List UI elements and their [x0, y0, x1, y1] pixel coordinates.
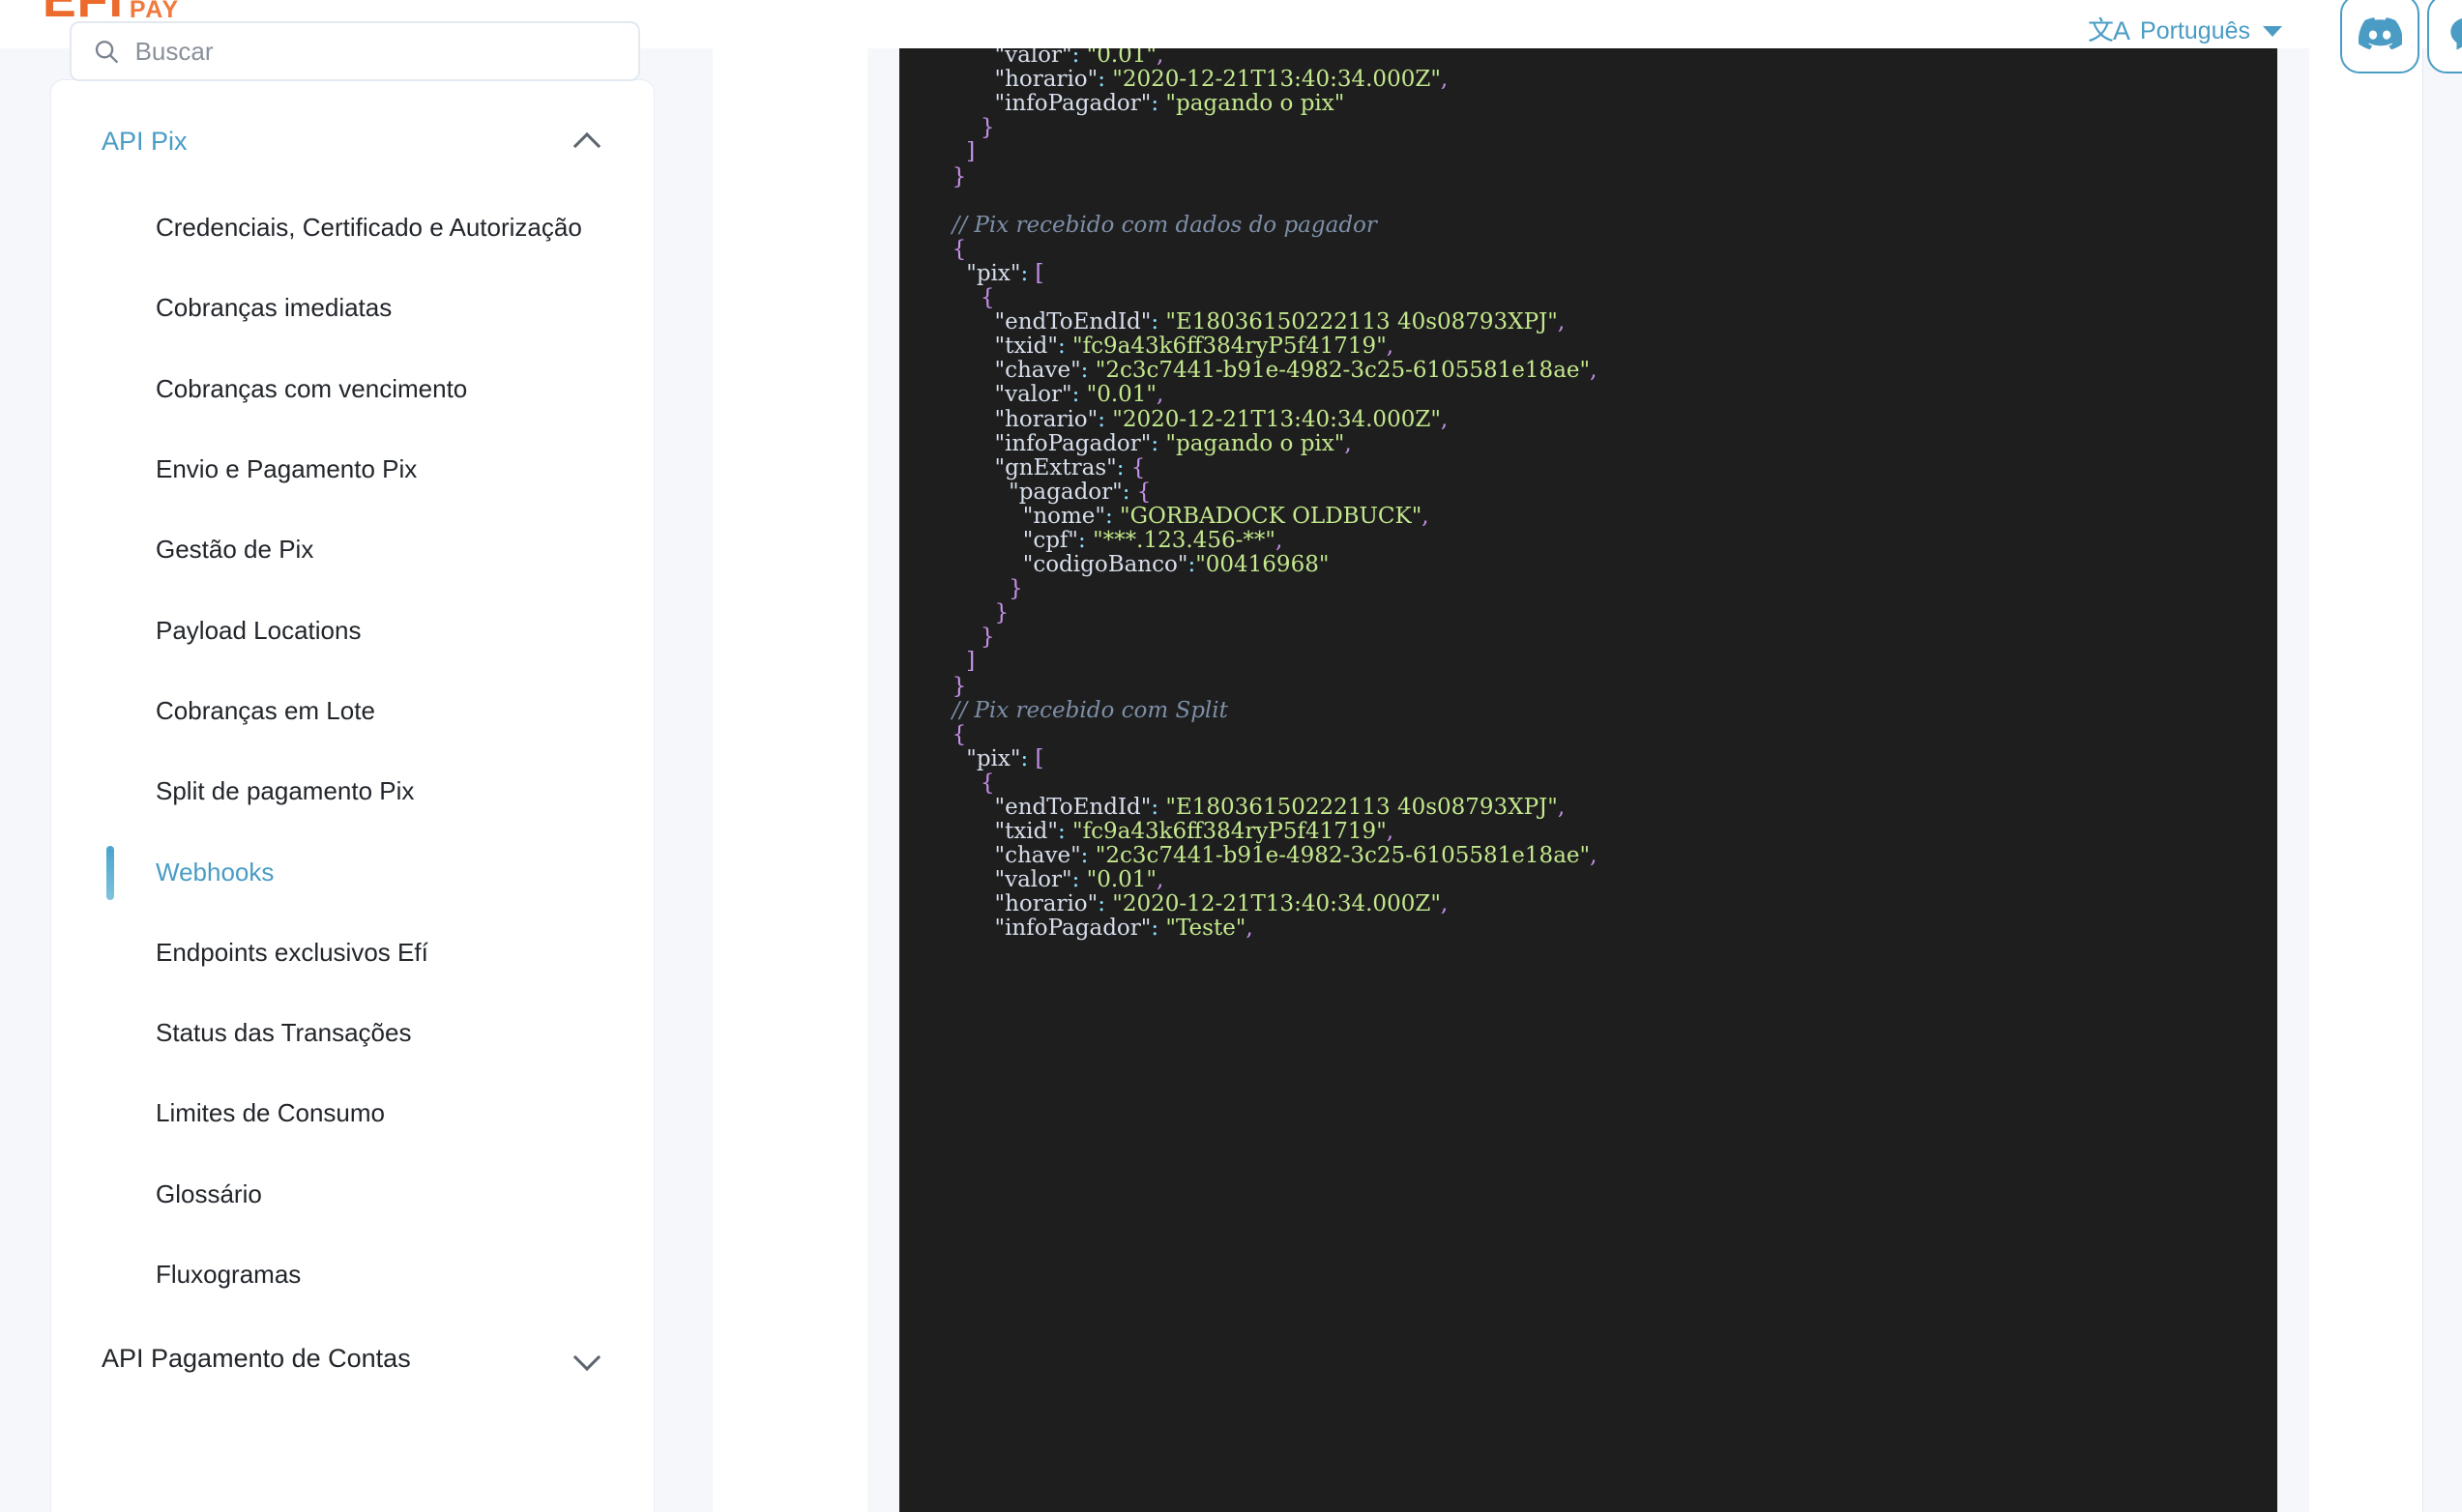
sidebar-group-api-pagamento-contas[interactable]: API Pagamento de Contas — [51, 1324, 654, 1393]
sidebar-nav-card: API Pix Credenciais, Certificado e Autor… — [50, 79, 655, 1512]
sidebar-item-label: Endpoints exclusivos Efí — [156, 937, 428, 967]
code-scroll-area[interactable]: "chave": "2c3c7441-b91e-4982-3c25-610558… — [899, 48, 2277, 942]
code-block-panel[interactable]: "chave": "2c3c7441-b91e-4982-3c25-610558… — [899, 48, 2277, 1512]
documentation-page: API Pix Credenciais, Certificado e Autor… — [0, 0, 2462, 1512]
sidebar-item-label: Gestão de Pix — [156, 535, 314, 565]
sidebar-item-label: Limites de Consumo — [156, 1098, 385, 1128]
sidebar-item-label: Glossário — [156, 1178, 262, 1208]
sidebar-item-cobrancas-em-lote[interactable]: Cobranças em Lote — [51, 681, 654, 741]
sidebar-group-title: API Pix — [102, 127, 188, 156]
language-label: Português — [2140, 17, 2250, 44]
sidebar-item-gestao-de-pix[interactable]: Gestão de Pix — [51, 519, 654, 579]
search-input[interactable] — [134, 36, 617, 67]
sidebar-item-webhooks[interactable]: Webhooks — [51, 842, 654, 902]
right-sidebar-column — [2309, 48, 2423, 1512]
sidebar-item-credenciais[interactable]: Credenciais, Certificado e Autorização — [51, 197, 654, 257]
sidebar-item-endpoints-exclusivos-efi[interactable]: Endpoints exclusivos Efí — [51, 922, 654, 982]
code-gutter-right — [2277, 48, 2309, 1512]
sidebar-group-api-pix[interactable]: API Pix — [51, 107, 654, 176]
sidebar-item-label: Cobranças imediatas — [156, 293, 393, 323]
sidebar-item-cobrancas-imediatas[interactable]: Cobranças imediatas — [51, 277, 654, 337]
sidebar-item-cobrancas-vencimento[interactable]: Cobranças com vencimento — [51, 359, 654, 419]
code-gutter-left — [867, 48, 899, 1512]
search-box[interactable] — [70, 21, 640, 81]
json-code-sample: "chave": "2c3c7441-b91e-4982-3c25-610558… — [952, 48, 1597, 942]
sidebar-item-label: Webhooks — [156, 857, 275, 887]
sidebar-item-glossario[interactable]: Glossário — [51, 1164, 654, 1224]
sidebar-item-fluxogramas[interactable]: Fluxogramas — [51, 1244, 654, 1304]
sidebar-item-label: Cobranças com vencimento — [156, 373, 468, 403]
sidebar: API Pix Credenciais, Certificado e Autor… — [0, 0, 713, 1512]
sidebar-item-label: Envio e Pagamento Pix — [156, 453, 418, 483]
chevron-up-icon[interactable] — [574, 130, 600, 155]
page-right-margin — [2423, 48, 2462, 1512]
sidebar-item-envio-pagamento-pix[interactable]: Envio e Pagamento Pix — [51, 439, 654, 499]
sidebar-item-label: Credenciais, Certificado e Autorização — [156, 213, 582, 242]
chevron-down-icon[interactable] — [574, 1347, 600, 1372]
sidebar-item-status-transacoes[interactable]: Status das Transações — [51, 1003, 654, 1062]
sidebar-item-label: Split de pagamento Pix — [156, 776, 415, 806]
chat-bubble-icon — [2450, 18, 2462, 50]
secondary-floating-button[interactable] — [2427, 0, 2462, 73]
main-content-column — [713, 48, 867, 1512]
discord-button[interactable] — [2340, 0, 2419, 73]
sidebar-item-limites-consumo[interactable]: Limites de Consumo — [51, 1083, 654, 1143]
sidebar-item-label: Fluxogramas — [156, 1260, 302, 1290]
search-icon — [95, 41, 118, 64]
discord-icon — [2358, 17, 2402, 50]
sidebar-item-label: Cobranças em Lote — [156, 695, 375, 725]
sidebar-item-label: Payload Locations — [156, 615, 362, 645]
language-selector[interactable]: 文A Português — [2088, 17, 2282, 45]
sidebar-item-payload-locations[interactable]: Payload Locations — [51, 600, 654, 660]
sidebar-item-label: Status das Transações — [156, 1018, 412, 1048]
sidebar-subitems-api-pix: Credenciais, Certificado e Autorização C… — [51, 197, 654, 1304]
sidebar-item-split-pagamento-pix[interactable]: Split de pagamento Pix — [51, 761, 654, 821]
translate-icon: 文A — [2088, 16, 2130, 45]
sidebar-group-title: API Pagamento de Contas — [102, 1344, 411, 1374]
chevron-down-icon[interactable] — [2263, 26, 2282, 37]
